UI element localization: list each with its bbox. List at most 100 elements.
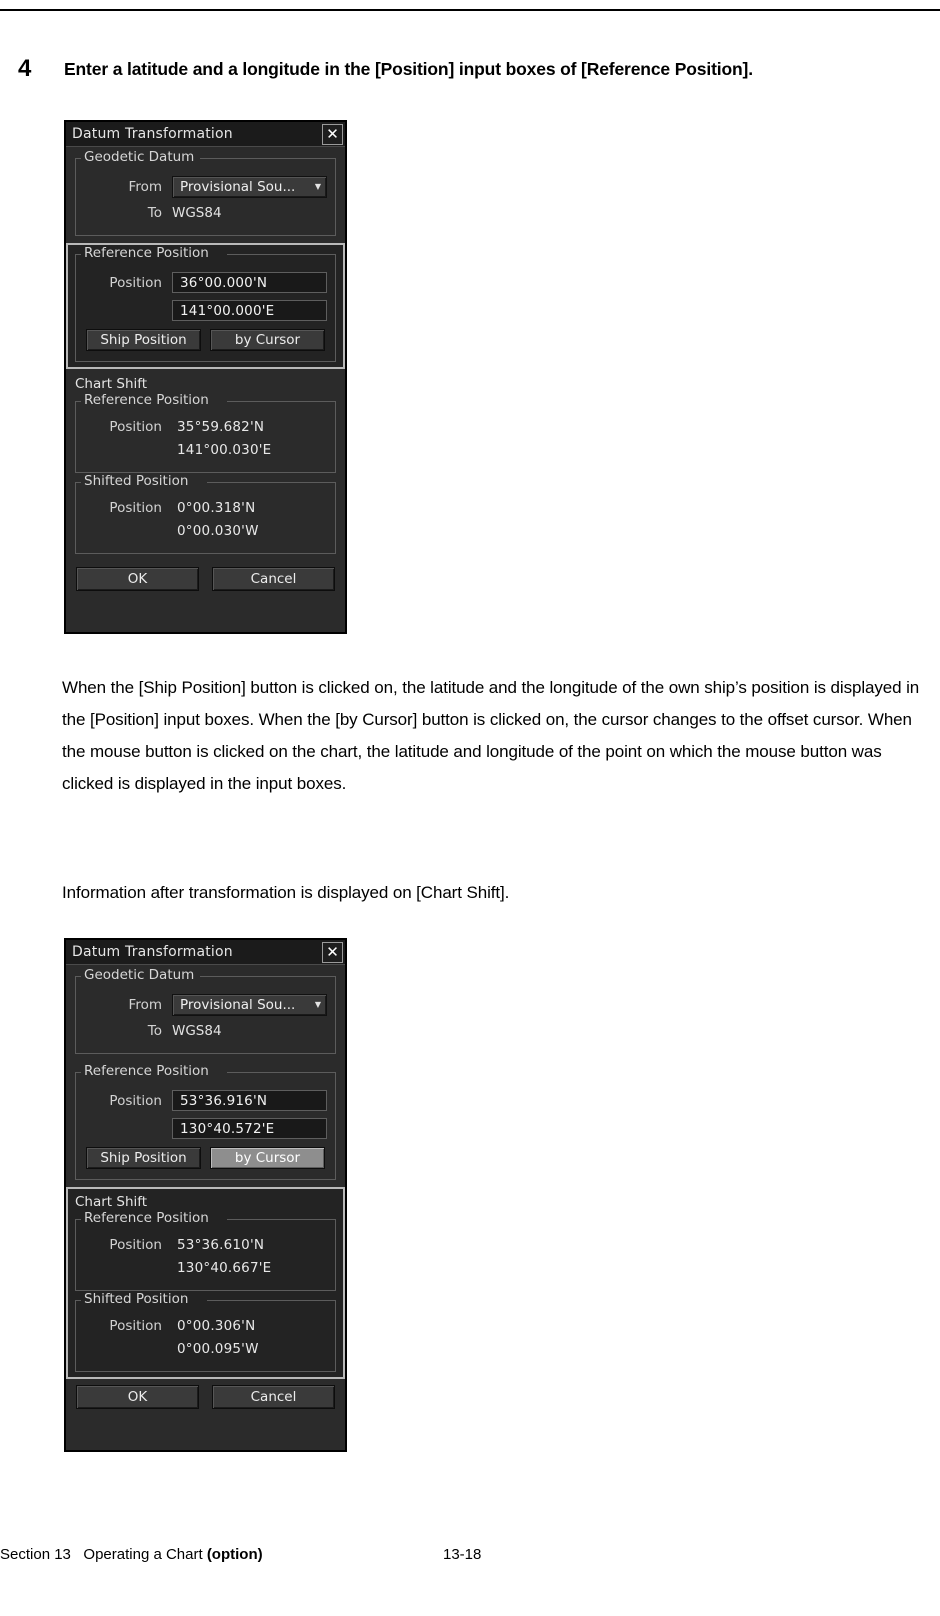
- dialog-1-ref-lat-row: Position 36°00.000'N: [84, 272, 327, 293]
- dialog-1-cs-ref-position-label: Position: [109, 419, 162, 435]
- dialog-2-cs-ref-lat-row: Position 53°36.610'N: [84, 1237, 327, 1253]
- dialog-2-ref-button-row: Ship Position by Cursor: [84, 1146, 327, 1172]
- step-number: 4: [18, 55, 32, 82]
- dialog-2-reference-position-label: Reference Position: [81, 1063, 213, 1079]
- dialog-1-chart-shift-heading: Chart Shift: [75, 376, 148, 392]
- dialog-2-cs-reference-position-group: Reference Position Position 53°36.610'N …: [75, 1210, 336, 1291]
- dialog-1-cs-ref-longitude: 141°00.030'E: [177, 442, 272, 458]
- dialog-2-ship-position-button[interactable]: Ship Position: [86, 1147, 201, 1169]
- dialog-1-ref-button-row: Ship Position by Cursor: [84, 328, 327, 354]
- dialog-2-to-row: To WGS84: [84, 1023, 327, 1039]
- dialog-1-sp-position-label: Position: [109, 500, 162, 516]
- dialog-1-from-datum-select[interactable]: Provisional Sou... ▼: [172, 176, 327, 198]
- dialog-2-chart-shift-heading: Chart Shift: [75, 1194, 148, 1210]
- dialog-1-shifted-longitude: 0°00.030'W: [177, 523, 259, 539]
- groupbox-rule: [207, 482, 335, 483]
- dialog-1-chart-shift-panel: Chart Shift Reference Position Position …: [66, 369, 345, 561]
- dialog-1-reference-position-label: Reference Position: [81, 245, 213, 261]
- datum-transformation-dialog-2[interactable]: Datum Transformation ✕ Geodetic Datum Fr…: [64, 938, 347, 1452]
- dialog-2-to-label: To: [147, 1023, 162, 1039]
- dialog-1-cancel-button[interactable]: Cancel: [212, 567, 335, 591]
- dialog-2-geodetic-datum-label: Geodetic Datum: [81, 967, 199, 983]
- footer-option-tag: (option): [206, 1546, 263, 1563]
- dialog-2-chart-shift-panel: Chart Shift Reference Position Position …: [66, 1187, 345, 1379]
- dialog-2-cs-ref-lon-row: 130°40.667'E: [84, 1260, 327, 1276]
- dialog-1-sp-lon-row: 0°00.030'W: [84, 523, 327, 539]
- dialog-2-cs-ref-latitude: 53°36.610'N: [177, 1237, 265, 1253]
- dialog-1-cs-reference-position-group: Reference Position Position 35°59.682'N …: [75, 392, 336, 473]
- dialog-2-from-label: From: [128, 997, 162, 1013]
- dialog-1-ref-lon-row: 141°00.000'E: [84, 300, 327, 321]
- dialog-1-shifted-position-label: Shifted Position: [81, 473, 193, 489]
- dialog-1-geodetic-datum-panel: Geodetic Datum From Provisional Sou... ▼…: [66, 147, 345, 243]
- footer-section-number: Section 13: [0, 1546, 71, 1563]
- dialog-2-from-datum-select[interactable]: Provisional Sou... ▼: [172, 994, 327, 1016]
- dialog-2-from-row: From Provisional Sou... ▼: [84, 994, 327, 1016]
- dialog-2-reference-position-panel: Reference Position Position 53°36.916'N …: [66, 1061, 345, 1187]
- footer-chapter-title: Operating a Chart: [83, 1546, 203, 1563]
- dialog-1-ship-position-button[interactable]: Ship Position: [86, 329, 201, 351]
- dialog-1-shifted-latitude: 0°00.318'N: [177, 500, 256, 516]
- dialog-2-sp-lon-row: 0°00.095'W: [84, 1341, 327, 1357]
- dialog-1-from-datum-value: Provisional Sou...: [180, 179, 296, 195]
- dialog-2-to-datum-value: WGS84: [172, 1023, 222, 1039]
- close-icon[interactable]: ✕: [322, 123, 343, 145]
- dialog-1-longitude-input[interactable]: 141°00.000'E: [172, 300, 327, 321]
- chevron-down-icon: ▼: [314, 182, 321, 191]
- groupbox-rule: [227, 1219, 335, 1220]
- dialog-2-shifted-latitude: 0°00.306'N: [177, 1318, 256, 1334]
- dialog-2-footer: OK Cancel: [66, 1379, 345, 1417]
- dialog-1-geodetic-datum-label: Geodetic Datum: [81, 149, 199, 165]
- dialog-2-geodetic-datum-group: Geodetic Datum From Provisional Sou... ▼…: [75, 967, 336, 1054]
- footer-section: Section 13 Operating a Chart (option): [0, 1545, 263, 1565]
- groupbox-rule: [227, 254, 335, 255]
- dialog-2-shifted-position-label: Shifted Position: [81, 1291, 193, 1307]
- dialog-1-to-label: To: [147, 205, 162, 221]
- dialog-2-longitude-input[interactable]: 130°40.572'E: [172, 1118, 327, 1139]
- dialog-1-reference-position-panel: Reference Position Position 36°00.000'N …: [66, 243, 345, 369]
- dialog-1-reference-position-group: Reference Position Position 36°00.000'N …: [75, 245, 336, 362]
- dialog-2-sp-lat-row: Position 0°00.306'N: [84, 1318, 327, 1334]
- dialog-2-ok-button[interactable]: OK: [76, 1385, 199, 1409]
- dialog-1-titlebar[interactable]: Datum Transformation ✕: [66, 122, 345, 147]
- dialog-2-cs-ref-position-label: Position: [109, 1237, 162, 1253]
- dialog-2-sp-position-label: Position: [109, 1318, 162, 1334]
- dialog-1-cs-ref-lon-row: 141°00.030'E: [84, 442, 327, 458]
- dialog-2-latitude-input[interactable]: 53°36.916'N: [172, 1090, 327, 1111]
- dialog-1-shifted-position-group: Shifted Position Position 0°00.318'N 0°0…: [75, 473, 336, 554]
- dialog-2-ref-position-label: Position: [109, 1092, 162, 1109]
- dialog-2-from-datum-value: Provisional Sou...: [180, 997, 296, 1013]
- footer-page-number: 13-18: [443, 1546, 482, 1563]
- groupbox-rule: [227, 401, 335, 402]
- dialog-2-by-cursor-button[interactable]: by Cursor: [210, 1147, 325, 1169]
- dialog-2-shifted-position-group: Shifted Position Position 0°00.306'N 0°0…: [75, 1291, 336, 1372]
- dialog-2-ref-lat-row: Position 53°36.916'N: [84, 1090, 327, 1111]
- explanation-paragraph-2: Information after transformation is disp…: [62, 883, 510, 902]
- dialog-1-from-row: From Provisional Sou... ▼: [84, 176, 327, 198]
- step-heading: 4 Enter a latitude and a longitude in th…: [18, 56, 918, 82]
- dialog-1-ok-button[interactable]: OK: [76, 567, 199, 591]
- step-instruction: Enter a latitude and a longitude in the …: [64, 59, 753, 79]
- close-icon[interactable]: ✕: [322, 941, 343, 963]
- dialog-1-sp-lat-row: Position 0°00.318'N: [84, 500, 327, 516]
- explanation-paragraph-1: When the [Ship Position] button is click…: [62, 678, 920, 793]
- dialog-1-title: Datum Transformation: [72, 126, 233, 142]
- page-top-rule: [0, 9, 940, 11]
- dialog-2-titlebar[interactable]: Datum Transformation ✕: [66, 940, 345, 965]
- dialog-1-ref-position-label: Position: [109, 274, 162, 291]
- groupbox-rule: [200, 158, 335, 159]
- dialog-1-to-row: To WGS84: [84, 205, 327, 221]
- dialog-2-shifted-longitude: 0°00.095'W: [177, 1341, 259, 1357]
- dialog-2-reference-position-group: Reference Position Position 53°36.916'N …: [75, 1063, 336, 1180]
- dialog-1-geodetic-datum-group: Geodetic Datum From Provisional Sou... ▼…: [75, 149, 336, 236]
- dialog-1-by-cursor-button[interactable]: by Cursor: [210, 329, 325, 351]
- dialog-2-cs-ref-longitude: 130°40.667'E: [177, 1260, 272, 1276]
- dialog-2-ref-lon-row: 130°40.572'E: [84, 1118, 327, 1139]
- dialog-1-from-label: From: [128, 179, 162, 195]
- dialog-1-cs-reference-position-label: Reference Position: [81, 392, 213, 408]
- datum-transformation-dialog-1[interactable]: Datum Transformation ✕ Geodetic Datum Fr…: [64, 120, 347, 634]
- dialog-1-to-datum-value: WGS84: [172, 205, 222, 221]
- dialog-2-cancel-button[interactable]: Cancel: [212, 1385, 335, 1409]
- dialog-1-latitude-input[interactable]: 36°00.000'N: [172, 272, 327, 293]
- dialog-2-cs-reference-position-label: Reference Position: [81, 1210, 213, 1226]
